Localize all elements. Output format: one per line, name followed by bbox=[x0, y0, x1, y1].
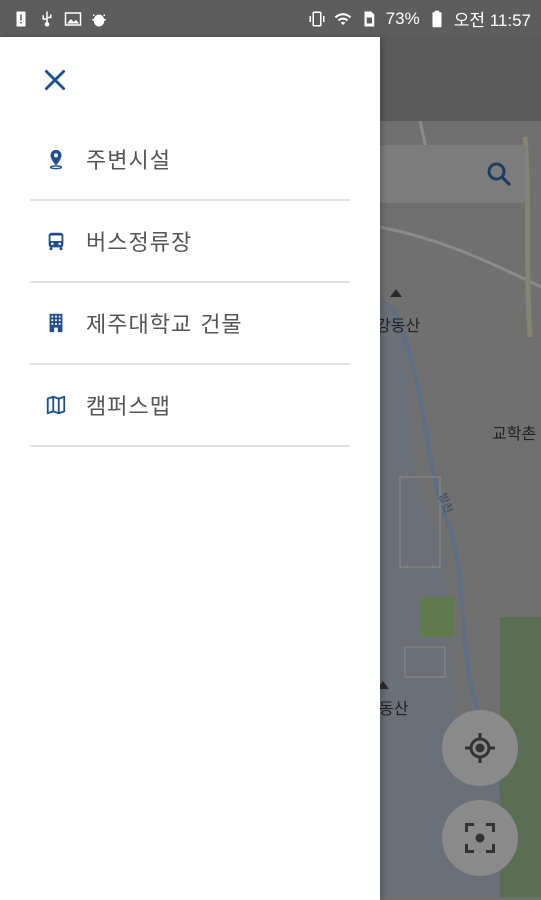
building-icon bbox=[44, 311, 68, 335]
menu-item-university-buildings[interactable]: 제주대학교 건물 bbox=[30, 283, 350, 365]
map-search-box[interactable] bbox=[370, 145, 526, 203]
menu-item-nearby-facilities[interactable]: 주변시설 bbox=[30, 119, 350, 201]
wifi-icon bbox=[334, 10, 352, 28]
menu-item-label: 캠퍼스맵 bbox=[86, 395, 171, 420]
menu-item-label: 제주대학교 건물 bbox=[86, 313, 243, 338]
close-icon bbox=[44, 69, 66, 91]
search-icon[interactable] bbox=[484, 159, 514, 189]
map-label-mountain: 강동산 bbox=[376, 316, 421, 335]
battery-percent: 73% bbox=[385, 8, 420, 28]
map-label-mountain-2: 동산 bbox=[379, 699, 409, 718]
map-label-village: 교학촌 bbox=[492, 424, 537, 443]
focus-center-button[interactable] bbox=[442, 800, 518, 876]
crosshair-icon bbox=[465, 733, 495, 763]
menu-item-label: 버스정류장 bbox=[86, 231, 193, 256]
sim-icon bbox=[360, 10, 378, 28]
bus-icon bbox=[44, 229, 68, 253]
android-debug-icon bbox=[90, 10, 108, 28]
status-bar: 73% 오전 11:57 bbox=[0, 0, 541, 37]
drawer-menu: 주변시설 버스정류장 제주대학교 건물 캠퍼스맵 bbox=[30, 119, 350, 447]
alert-icon bbox=[12, 10, 30, 28]
battery-icon bbox=[428, 10, 446, 28]
menu-item-bus-stops[interactable]: 버스정류장 bbox=[30, 201, 350, 283]
menu-item-label: 주변시설 bbox=[86, 149, 171, 174]
location-pin-icon bbox=[44, 147, 68, 171]
image-icon bbox=[64, 10, 82, 28]
center-focus-icon bbox=[465, 823, 495, 853]
menu-item-campus-map[interactable]: 캠퍼스맵 bbox=[30, 365, 350, 447]
status-left-icons bbox=[0, 10, 108, 28]
navigation-drawer: 주변시설 버스정류장 제주대학교 건물 캠퍼스맵 bbox=[0, 37, 380, 900]
my-location-button[interactable] bbox=[442, 710, 518, 786]
status-time: 오전 11:57 bbox=[453, 11, 531, 30]
usb-icon bbox=[38, 10, 56, 28]
close-drawer-button[interactable] bbox=[38, 63, 72, 97]
status-right-icons: 73% 오전 11:57 bbox=[308, 6, 541, 31]
vibrate-icon bbox=[308, 10, 326, 28]
map-icon bbox=[44, 393, 68, 417]
